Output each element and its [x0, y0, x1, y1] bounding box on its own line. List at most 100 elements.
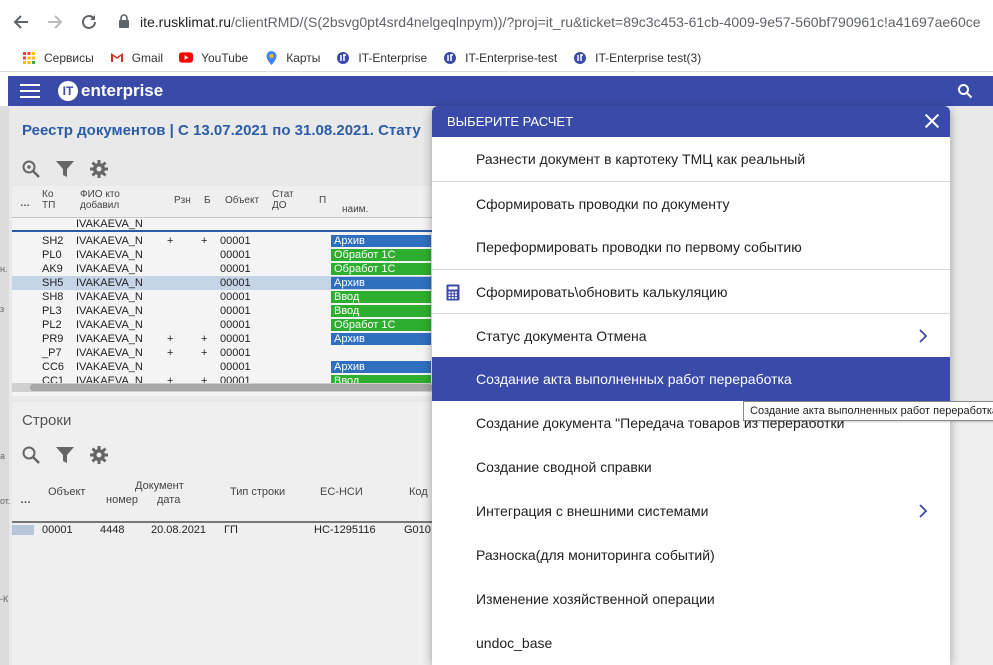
filter-fio-value[interactable]: IVAKAEVA_N: [76, 218, 143, 230]
cell-fio: IVAKAEVA_N: [76, 361, 143, 373]
menu-item[interactable]: Переформировать проводки по первому собы…: [432, 225, 950, 269]
bookmark-item[interactable]: IT-Enterprise test(3): [573, 51, 701, 65]
zoom-search-icon[interactable]: [20, 158, 42, 180]
chevron-right-icon: [918, 329, 928, 343]
cell-obj: 00001: [220, 277, 251, 289]
row-selector[interactable]: [12, 525, 34, 535]
col-object[interactable]: Объект: [48, 486, 85, 498]
col-number[interactable]: номер: [106, 494, 138, 506]
tooltip: Создание акта выполненных работ перерабо…: [743, 401, 993, 421]
logo-text: enterprise: [81, 81, 164, 100]
bookmark-item[interactable]: IT-Enterprise-test: [443, 51, 557, 65]
table-row[interactable]: 00001 4448 20.08.2021 ГП НС-1295116 G010: [12, 523, 442, 537]
bookmark-item[interactable]: Сервисы: [22, 51, 94, 65]
menu-item-label: Разнести документ в картотеку ТМЦ как ре…: [476, 151, 806, 167]
status-badge: Обработ 1С: [331, 263, 431, 275]
close-icon[interactable]: [922, 111, 942, 131]
filter-icon[interactable]: [54, 158, 76, 180]
table-row[interactable]: SH2 IVAKAEVA_N + +00001 Архив: [12, 234, 432, 248]
menu-item[interactable]: Разнести документ в картотеку ТМЦ как ре…: [432, 137, 950, 181]
filter-icon[interactable]: [54, 444, 76, 466]
menu-item[interactable]: Сформировать проводки по документу: [432, 181, 950, 225]
address-bar[interactable]: ite.rusklimat.ru/clientRMD/(S(2bsvg0pt4s…: [118, 10, 993, 34]
cell-fio: IVAKAEVA_N: [76, 333, 143, 345]
forward-arrow-icon[interactable]: [42, 9, 68, 35]
bookmark-item[interactable]: Карты: [264, 50, 320, 65]
menu-item[interactable]: undoc_base: [432, 621, 950, 665]
menu-item[interactable]: Статус документа Отмена: [432, 313, 950, 357]
table-row[interactable]: PL0 IVAKAEVA_N 00001 Обработ 1С: [12, 248, 432, 262]
table-row[interactable]: SH5 IVAKAEVA_N 00001 Архив: [12, 276, 432, 290]
registry-title: Реестр документов | С 13.07.2021 по 31.0…: [22, 122, 421, 139]
menu-item[interactable]: Разноска(для мониторинга событий): [432, 533, 950, 577]
col-code[interactable]: Ко ТП: [42, 189, 56, 211]
apps-grid-icon: [22, 51, 36, 65]
cell-obj: 00001: [220, 263, 251, 275]
col-rzn[interactable]: Рзн: [174, 195, 191, 206]
table-row[interactable]: PR9 IVAKAEVA_N + +00001 Архив: [12, 332, 432, 346]
cell-fio: IVAKAEVA_N: [76, 319, 143, 331]
youtube-icon: [179, 51, 194, 65]
hamburger-menu-icon[interactable]: [20, 84, 40, 98]
col-document[interactable]: Документ: [135, 480, 184, 492]
cell-fio: IVAKAEVA_N: [76, 235, 143, 247]
cell-fio: IVAKAEVA_N: [76, 291, 143, 303]
back-arrow-icon[interactable]: [8, 9, 34, 35]
search-icon[interactable]: [957, 83, 973, 99]
browser-toolbar: ite.rusklimat.ru/clientRMD/(S(2bsvg0pt4s…: [0, 0, 993, 44]
cell-ec-nsi: НС-1295116: [314, 524, 376, 536]
cell-number: 4448: [100, 524, 125, 536]
horizontal-scrollbar[interactable]: [12, 383, 432, 392]
bookmark-item[interactable]: YouTube: [179, 51, 248, 65]
table-row[interactable]: AK9 IVAKAEVA_N 00001 Обработ 1С: [12, 262, 432, 276]
cell-obj: 00001: [220, 347, 251, 359]
status-badge: Ввод: [331, 305, 431, 317]
col-p[interactable]: П: [319, 195, 326, 206]
bookmark-item[interactable]: Gmail: [110, 51, 163, 65]
col-date[interactable]: дата: [157, 494, 180, 506]
table-row[interactable]: CC6 IVAKAEVA_N 00001 Архив: [12, 360, 432, 374]
col-code[interactable]: Код: [409, 486, 428, 498]
scrollbar-thumb[interactable]: [30, 384, 432, 391]
cell-code: CC6: [42, 361, 65, 373]
menu-item[interactable]: Интеграция с внешними системами: [432, 489, 950, 533]
table-row[interactable]: _P7 IVAKAEVA_N + +00001: [12, 346, 432, 360]
it-enterprise-icon: [443, 51, 457, 65]
menu-item[interactable]: Изменение хозяйственной операции: [432, 577, 950, 621]
dialog-header: ВЫБЕРИТЕ РАСЧЕТ: [432, 106, 950, 137]
filter-row: IVAKAEVA_N: [12, 218, 432, 232]
cell-code: SH8: [42, 291, 64, 303]
col-row-type[interactable]: Тип строки: [230, 486, 285, 498]
menu-item-label: Разноска(для мониторинга событий): [476, 547, 715, 563]
col-fio[interactable]: ФИО кто добавил: [80, 189, 140, 211]
table-row[interactable]: PL2 IVAKAEVA_N 00001 Обработ 1С: [12, 318, 432, 332]
dialog-title: ВЫБЕРИТЕ РАСЧЕТ: [447, 114, 574, 129]
app-logo[interactable]: IT enterprise: [58, 81, 163, 101]
col-b[interactable]: Б: [204, 195, 211, 206]
cell-obj: 00001: [220, 361, 251, 373]
cell-b: +: [201, 333, 208, 345]
menu-item[interactable]: Создание сводной справки: [432, 445, 950, 489]
table-row[interactable]: PL3 IVAKAEVA_N 00001 Ввод: [12, 304, 432, 318]
menu-item[interactable]: Создание акта выполненных работ перерабо…: [432, 357, 950, 401]
column-menu-dots[interactable]: …: [20, 494, 31, 506]
cell-rzn: +: [167, 333, 174, 345]
col-naim[interactable]: наим.: [342, 204, 368, 215]
col-ec-nsi[interactable]: ЕС-НСИ: [320, 486, 363, 498]
column-menu-dots[interactable]: …: [20, 198, 30, 209]
cell-code: PL2: [42, 319, 62, 331]
search-icon[interactable]: [20, 444, 42, 466]
cell-obj: 00001: [220, 249, 251, 261]
menu-item[interactable]: Сформировать\обновить калькуляцию: [432, 269, 950, 313]
col-object[interactable]: Объект: [225, 195, 259, 206]
lines-title: Строки: [22, 412, 72, 429]
reload-icon[interactable]: [76, 9, 102, 35]
table-row[interactable]: SH8 IVAKAEVA_N 00001 Ввод: [12, 290, 432, 304]
menu-item-label: Переформировать проводки по первому собы…: [476, 239, 802, 255]
col-status-do[interactable]: Стат ДО: [272, 189, 294, 211]
gear-icon[interactable]: [88, 444, 110, 466]
gear-icon[interactable]: [88, 158, 110, 180]
bookmark-item[interactable]: IT-Enterprise: [336, 51, 427, 65]
lock-icon[interactable]: [118, 14, 132, 30]
menu-item-label: Сформировать проводки по документу: [476, 195, 730, 212]
